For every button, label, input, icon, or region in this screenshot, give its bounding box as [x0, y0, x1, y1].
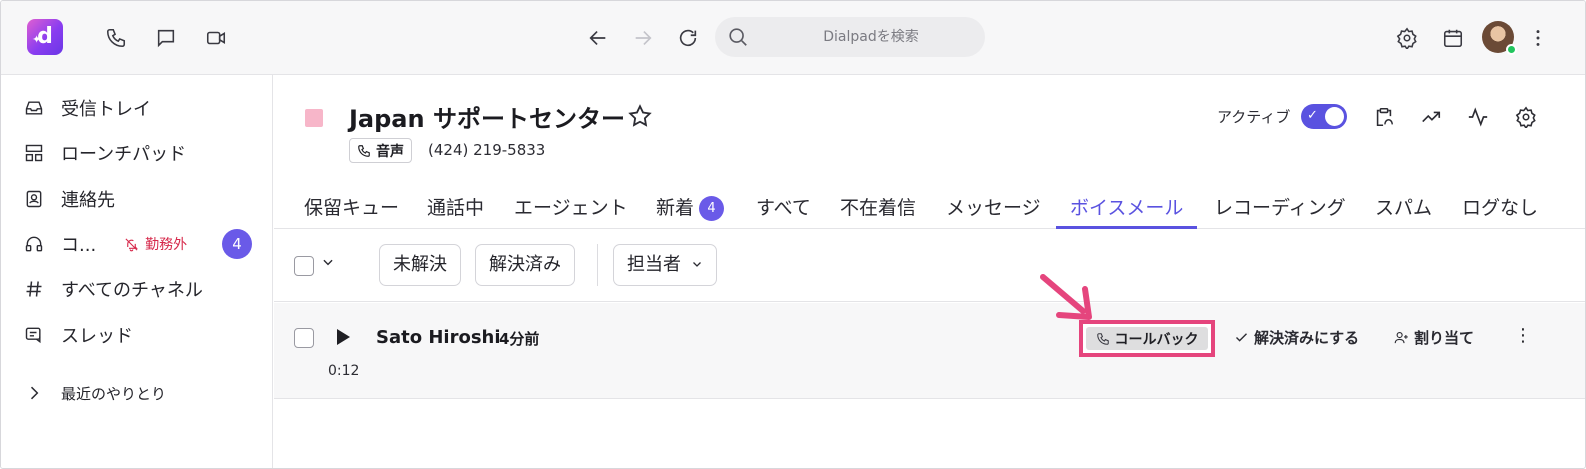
- settings-icon[interactable]: [1394, 25, 1420, 51]
- recent-label: 最近のやりとり: [61, 384, 167, 403]
- sidebar-item-threads[interactable]: スレッド: [23, 320, 133, 350]
- assign-button[interactable]: 割り当て: [1394, 327, 1474, 348]
- user-avatar[interactable]: [1482, 21, 1517, 55]
- active-toggle[interactable]: ✓: [1301, 104, 1347, 129]
- sidebar-item-all-channels[interactable]: すべてのチャネル: [23, 274, 203, 304]
- tab-agents[interactable]: エージェント: [514, 193, 628, 229]
- tab-no-logs[interactable]: ログなし: [1462, 193, 1538, 229]
- callback-highlight: コールバック: [1079, 320, 1215, 357]
- search-placeholder: Dialpadを検索: [823, 29, 919, 45]
- calendar-icon[interactable]: [1440, 25, 1466, 51]
- online-status-dot: [1506, 44, 1517, 55]
- sidebar-recent-toggle[interactable]: 最近のやりとり: [23, 378, 166, 408]
- refresh-icon[interactable]: [675, 25, 701, 51]
- tab-hold-queue[interactable]: 保留キュー: [304, 193, 399, 229]
- add-user-icon: [1394, 331, 1408, 344]
- pulse-icon[interactable]: [1465, 104, 1491, 130]
- agent-clipboard-icon[interactable]: [1371, 104, 1397, 130]
- app-window: ✦ d Dialpadを検索 受信トレイ ローンチパッド 連絡先 コ... 勤務…: [0, 0, 1586, 469]
- off-duty-status: 勤務外: [124, 234, 187, 254]
- tab-new[interactable]: 新着 4: [656, 193, 725, 229]
- mark-resolved-button[interactable]: 解決済みにする: [1234, 327, 1359, 348]
- select-menu-chevron-icon[interactable]: [321, 255, 335, 273]
- search-icon: [729, 28, 747, 46]
- check-icon: [1236, 333, 1247, 342]
- voicemail-row[interactable]: Sato Hiroshi 4分前 0:12 コールバック 解決済みにする 割り当…: [274, 274, 1585, 399]
- tab-spam[interactable]: スパム: [1375, 193, 1432, 229]
- chat-icon[interactable]: [153, 25, 179, 51]
- received-time: 4分前: [499, 330, 540, 348]
- forward-arrow-icon[interactable]: [630, 25, 656, 51]
- channel-settings-icon[interactable]: [1513, 104, 1539, 130]
- bell-off-icon: [125, 237, 139, 251]
- sidebar-item-label: ローンチパッド: [61, 144, 187, 165]
- search-input[interactable]: Dialpadを検索: [715, 17, 985, 57]
- launchpad-icon: [23, 142, 45, 164]
- voicemail-duration: 0:12: [328, 363, 360, 379]
- top-bar: ✦ d Dialpadを検索: [1, 1, 1585, 75]
- row-checkbox[interactable]: [294, 328, 314, 348]
- tab-bar: 保留キュー 通話中 エージェント 新着 4 すべて 不在着信 メッセージ ボイスメ…: [274, 185, 1585, 229]
- tab-all[interactable]: すべて: [756, 193, 811, 229]
- sidebar-item-label: スレッド: [61, 326, 133, 347]
- unresolved-filter-button[interactable]: 未解決: [379, 244, 461, 286]
- sidebar-item-label: コ...: [61, 235, 97, 256]
- call-center-count-badge: 4: [222, 229, 252, 259]
- callback-button[interactable]: コールバック: [1086, 327, 1208, 350]
- tab-messages[interactable]: メッセージ: [946, 193, 1041, 229]
- new-count-badge: 4: [699, 196, 725, 221]
- threads-icon: [23, 324, 45, 346]
- filter-bar: 未解決 解決済み 担当者: [274, 229, 1585, 302]
- sidebar-item-label: 受信トレイ: [61, 99, 151, 120]
- dialpad-logo[interactable]: ✦ d: [27, 19, 63, 55]
- active-label: アクティブ: [1217, 108, 1291, 126]
- tab-missed[interactable]: 不在着信: [840, 193, 916, 229]
- sidebar-item-call-center[interactable]: コ... 勤務外: [23, 229, 187, 259]
- filter-divider: [597, 244, 598, 286]
- inbox-icon: [23, 97, 45, 119]
- channel-color-square: [305, 109, 323, 127]
- page-title: Japan サポートセンター: [349, 105, 625, 133]
- headset-icon: [23, 233, 45, 255]
- caller-name[interactable]: Sato Hiroshi: [376, 327, 501, 348]
- more-icon[interactable]: [1525, 25, 1551, 51]
- video-icon[interactable]: [203, 25, 229, 51]
- chevron-down-icon: [692, 262, 701, 267]
- voice-channel-tag: 音声: [349, 138, 412, 163]
- back-arrow-icon[interactable]: [585, 25, 611, 51]
- sidebar-item-label: すべてのチャネル: [61, 280, 203, 301]
- phone-number: (424) 219-5833: [428, 141, 546, 159]
- sidebar: 受信トレイ ローンチパッド 連絡先 コ... 勤務外 4 すべてのチャネル スレ…: [1, 75, 273, 468]
- assignee-filter-button[interactable]: 担当者: [613, 244, 717, 286]
- tab-recordings[interactable]: レコーディング: [1214, 193, 1346, 229]
- sidebar-item-launchpad[interactable]: ローンチパッド: [23, 138, 186, 168]
- sidebar-item-inbox[interactable]: 受信トレイ: [23, 93, 151, 123]
- phone-icon: [1096, 332, 1109, 345]
- star-icon[interactable]: [627, 103, 653, 129]
- contacts-icon: [23, 188, 45, 210]
- hash-icon: [23, 278, 45, 300]
- annotation-arrow-icon: [1040, 274, 1092, 320]
- select-all-checkbox[interactable]: [294, 256, 314, 276]
- tab-voicemail[interactable]: ボイスメール: [1056, 193, 1198, 229]
- sidebar-item-contacts[interactable]: 連絡先: [23, 184, 115, 214]
- sidebar-item-label: 連絡先: [61, 190, 115, 211]
- phone-icon[interactable]: [103, 25, 129, 51]
- chevron-right-icon: [23, 382, 45, 404]
- tab-on-call[interactable]: 通話中: [427, 193, 484, 229]
- main-panel: Japan サポートセンター 音声 (424) 219-5833 アクティブ ✓…: [274, 75, 1585, 468]
- phone-icon: [358, 144, 370, 157]
- trending-icon[interactable]: [1418, 104, 1444, 130]
- resolved-filter-button[interactable]: 解決済み: [475, 244, 575, 286]
- row-more-icon[interactable]: ⋮: [1514, 325, 1532, 347]
- play-icon[interactable]: [335, 328, 351, 346]
